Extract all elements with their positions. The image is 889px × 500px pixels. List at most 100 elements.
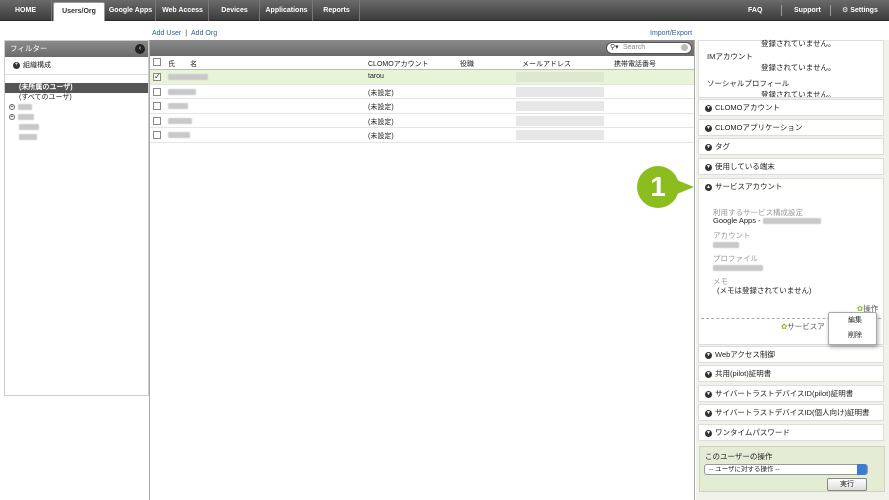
search-input[interactable]: ⚲▾ Search — [606, 42, 692, 54]
run-button[interactable]: 実行 — [827, 478, 867, 491]
callout-number-badge: 1 — [637, 166, 679, 208]
expand-icon[interactable]: + — [9, 104, 15, 111]
cell-account: tarou — [368, 73, 384, 80]
chevron-down-icon: ▼ — [705, 104, 712, 112]
section-pilot-cert[interactable]: ▼ 共用(pilot)証明書 — [698, 365, 884, 382]
nav-devices[interactable]: Devices — [210, 0, 260, 21]
tree-item-org[interactable] — [5, 123, 148, 133]
nav-users-org[interactable]: Users/Org — [53, 2, 105, 21]
section-clomo-account[interactable]: ▼ CLOMOアカウント — [698, 99, 884, 116]
nav-home[interactable]: HOME — [0, 0, 52, 21]
label-account: アカウント — [713, 231, 751, 240]
cell-email — [516, 115, 604, 126]
nav-reports[interactable]: Reports — [314, 0, 360, 21]
service-account-ops-link[interactable]: ✿サービスア — [781, 321, 825, 332]
nav-web-access[interactable]: Web Access — [157, 0, 209, 21]
cell-account: (未設定) — [368, 89, 394, 97]
blurred-org-name — [18, 104, 32, 111]
tree-item-unassigned[interactable]: (未所属のユーザ) — [5, 83, 148, 93]
section-devices[interactable]: ▼ 使用している端末 — [698, 158, 884, 175]
blurred-org-name — [19, 134, 37, 141]
col-last-name[interactable]: 氏 — [168, 59, 175, 69]
table-row[interactable]: (未設定) — [150, 85, 694, 99]
label-profile: プロファイル — [713, 254, 758, 263]
section-otp[interactable]: ▼ ワンタイムパスワード — [698, 424, 884, 441]
chevron-down-icon: ▼ — [705, 351, 712, 359]
section-cybertrust-personal[interactable]: ▼ サイバートラストデバイスID(個人向け)証明書 — [698, 404, 884, 421]
table-row[interactable]: (未設定) — [150, 114, 694, 128]
col-email[interactable]: メールアドレス — [522, 59, 571, 69]
import-export-link[interactable]: Import/Export — [650, 30, 692, 37]
chevron-down-icon: ▼ — [705, 143, 712, 151]
search-icon: ⚲▾ — [610, 44, 619, 51]
tree-item-org[interactable]: + — [5, 113, 148, 123]
nav-applications[interactable]: Applications — [261, 0, 313, 21]
detail-value: 登録されていません。 — [761, 39, 836, 48]
row-checkbox[interactable] — [153, 116, 161, 125]
value-service-config: Google Apps - — [713, 216, 821, 225]
section-web-access[interactable]: ▼ Webアクセス制御 — [698, 346, 884, 363]
blurred-org-name — [18, 114, 34, 121]
cell-account: (未設定) — [368, 104, 394, 111]
col-mobile[interactable]: 携帯電話番号 — [614, 59, 656, 69]
tree-item-org[interactable]: + — [5, 103, 148, 113]
org-structure-toggle[interactable]: + 組織構成 — [5, 57, 148, 75]
add-org-link[interactable]: Add Org — [191, 30, 217, 37]
plus-circle-icon: + — [13, 61, 20, 69]
blurred-name — [168, 117, 192, 124]
chevron-down-icon: ▼ — [705, 163, 712, 171]
section-tags[interactable]: ▼ タグ — [698, 138, 884, 155]
select-arrow-icon — [857, 464, 867, 475]
expand-icon[interactable]: + — [9, 114, 15, 121]
select-all-checkbox[interactable] — [153, 58, 161, 66]
nav-faq[interactable]: FAQ — [748, 0, 762, 21]
table-row[interactable]: tarou — [150, 70, 694, 85]
detail-top-box: 登録されていません。 IMアカウント 登録されていません。 ソーシャルプロフィー… — [698, 39, 884, 98]
tree-item-org[interactable] — [5, 133, 148, 143]
clear-icon[interactable] — [681, 44, 688, 51]
section-clomo-app[interactable]: ▼ CLOMOアプリケーション — [698, 119, 884, 136]
toolbar-links: Add User | Add Org — [152, 30, 217, 37]
chevron-down-icon: ▼ — [705, 370, 712, 378]
table-header: 氏 名 CLOMOアカウント 役職 メールアドレス 携帯電話番号 — [150, 56, 694, 70]
filter-header: フィルター ‹ — [5, 41, 148, 57]
cell-email — [516, 86, 604, 97]
nav-separator — [781, 5, 782, 16]
col-first-name[interactable]: 名 — [190, 59, 197, 69]
row-checkbox[interactable] — [153, 131, 161, 139]
blurred-name — [168, 103, 188, 109]
filter-sidebar: フィルター ‹ + 組織構成 (未所属のユーザ) (すべてのユーザ) + + — [4, 40, 149, 396]
gear-icon: ⚙ — [842, 7, 849, 14]
nav-support[interactable]: Support — [794, 0, 821, 21]
menu-item-edit[interactable]: 編集 — [829, 313, 876, 328]
table-row[interactable]: (未設定) — [150, 99, 694, 114]
row-checkbox[interactable] — [153, 87, 161, 96]
blurred-org-name — [19, 124, 39, 131]
col-clomo-account[interactable]: CLOMOアカウント — [368, 59, 429, 69]
section-service-account[interactable]: ▲ サービスアカウント — [705, 179, 783, 195]
col-position[interactable]: 役職 — [460, 59, 474, 69]
link-separator: | — [185, 30, 188, 37]
chevron-down-icon: ▼ — [705, 409, 712, 417]
table-row[interactable]: (未設定) — [150, 128, 694, 143]
menu-item-delete[interactable]: 削除 — [829, 328, 876, 343]
user-operations-box: このユーザーの操作 -- ユーザに対する操作 -- 実行 — [699, 446, 885, 492]
nav-google-apps[interactable]: Google Apps — [106, 0, 156, 21]
user-ops-select[interactable]: -- ユーザに対する操作 -- — [704, 464, 868, 475]
row-checkbox[interactable] — [153, 72, 161, 81]
add-user-link[interactable]: Add User — [152, 30, 181, 37]
section-cybertrust-pilot[interactable]: ▼ サイバートラストデバイスID(pilot)証明書 — [698, 385, 884, 402]
cell-account: (未設定) — [368, 118, 394, 126]
blurred-account — [713, 242, 739, 248]
chevron-down-icon: ▼ — [705, 390, 712, 398]
blurred-name — [168, 88, 196, 95]
blurred-profile — [713, 265, 763, 271]
nav-settings[interactable]: ⚙ Settings — [842, 0, 878, 21]
row-checkbox[interactable] — [153, 102, 161, 110]
filter-title: フィルター — [10, 44, 48, 53]
cell-email — [516, 130, 604, 140]
ops-popup-menu: 編集 削除 — [828, 312, 877, 345]
user-table: ⚲▾ Search 氏 名 CLOMOアカウント 役職 メールアドレス 携帯電話… — [149, 40, 695, 500]
collapse-left-icon[interactable]: ‹ — [135, 44, 145, 54]
tree-item-all-users[interactable]: (すべてのユーザ) — [5, 93, 148, 103]
